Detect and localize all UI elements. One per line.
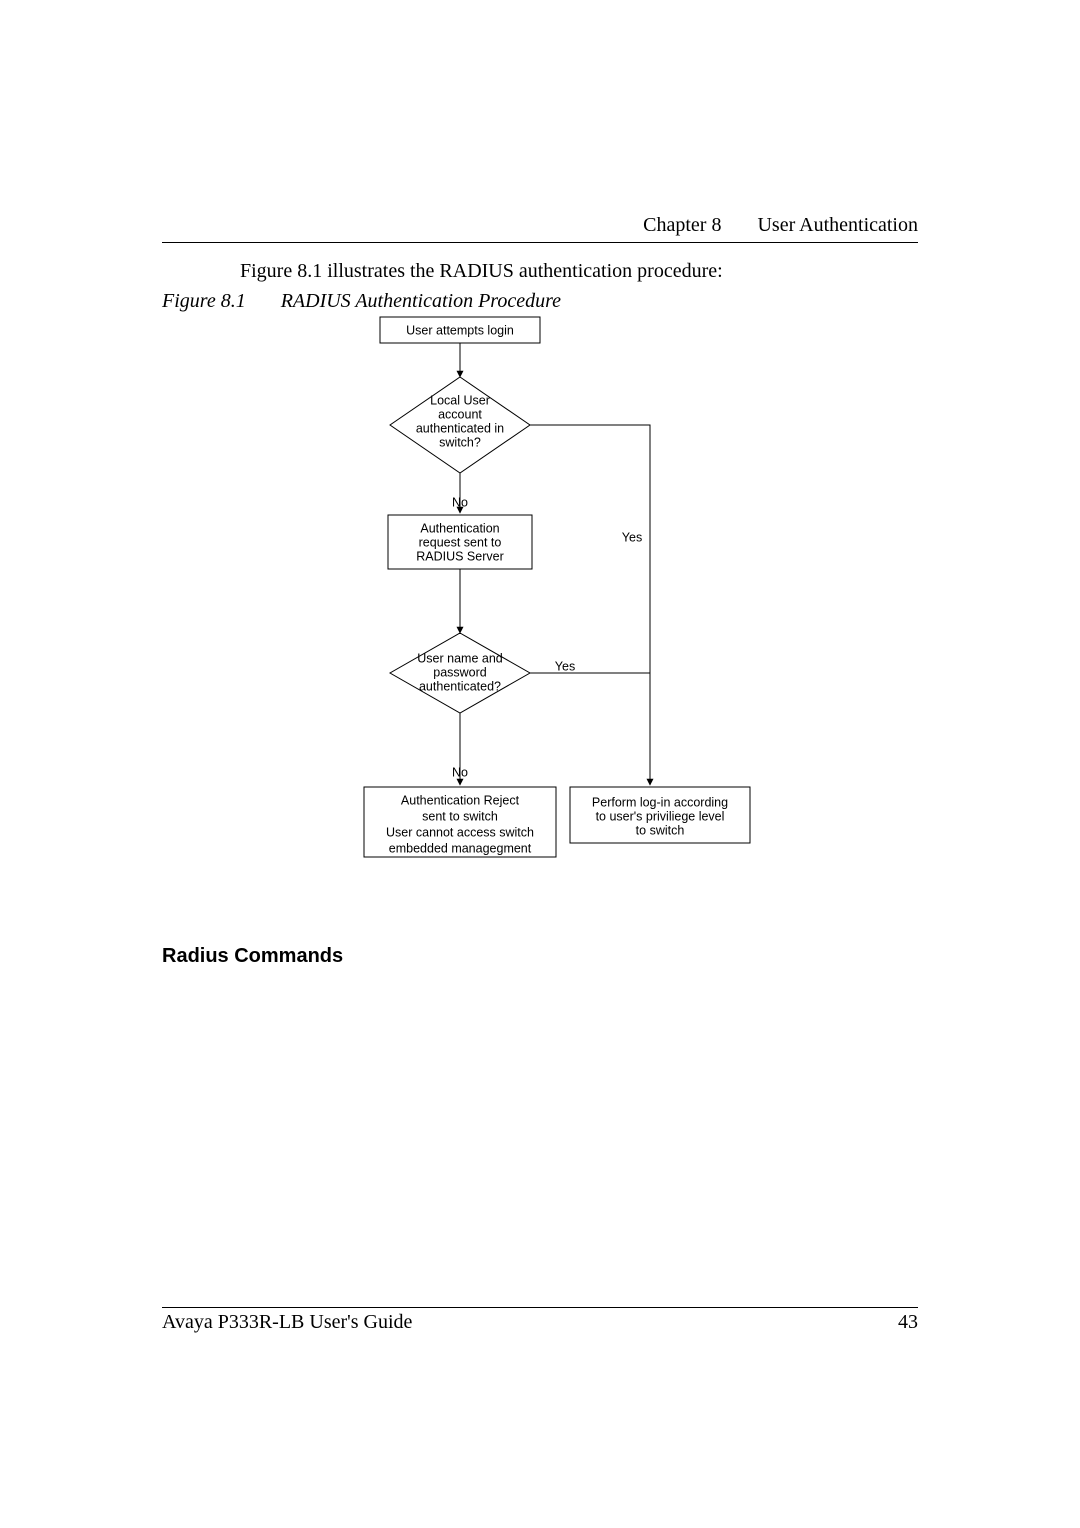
page: Chapter 8 User Authentication Figure 8.1… <box>0 0 1080 1528</box>
svg-text:RADIUS Server: RADIUS Server <box>416 549 504 563</box>
svg-text:to switch: to switch <box>636 823 685 837</box>
node-reject: Authentication Reject sent to switch Use… <box>364 787 556 857</box>
svg-text:sent to switch: sent to switch <box>422 809 498 823</box>
flowchart-diagram: User attempts login Local User account a… <box>350 315 770 895</box>
svg-text:request sent to: request sent to <box>419 535 502 549</box>
section-heading: Radius Commands <box>162 945 343 968</box>
node-accept: Perform log-in according to user's privi… <box>570 787 750 843</box>
node-d1: Local User account authenticated in swit… <box>390 377 530 473</box>
edge-label-yes-1: Yes <box>622 530 642 544</box>
svg-text:account: account <box>438 407 482 421</box>
svg-text:embedded managegment: embedded managegment <box>389 841 532 855</box>
node-n1: Authentication request sent to RADIUS Se… <box>388 515 532 569</box>
edge-label-no-2: No <box>452 765 468 779</box>
svg-text:switch?: switch? <box>439 435 481 449</box>
svg-text:Authentication Reject: Authentication Reject <box>401 793 520 807</box>
node-d2: User name and password authenticated? <box>390 633 530 713</box>
node-start: User attempts login <box>380 317 540 343</box>
footer-left: Avaya P333R-LB User's Guide <box>162 1311 412 1334</box>
chapter-label: Chapter 8 <box>643 214 721 236</box>
svg-text:Authentication: Authentication <box>420 521 499 535</box>
chapter-title: User Authentication <box>757 214 918 236</box>
figure-title: RADIUS Authentication Procedure <box>281 290 561 312</box>
svg-text:authenticated?: authenticated? <box>419 679 501 693</box>
running-header: Chapter 8 User Authentication <box>162 214 918 237</box>
footer-rule <box>162 1307 918 1308</box>
svg-text:Perform log-in according: Perform log-in according <box>592 795 728 809</box>
edge-label-yes-2: Yes <box>555 659 575 673</box>
figure-caption: Figure 8.1 RADIUS Authentication Procedu… <box>162 290 561 313</box>
svg-text:User cannot access switch: User cannot access switch <box>386 825 534 839</box>
footer-page-number: 43 <box>898 1311 918 1334</box>
svg-text:User attempts login: User attempts login <box>406 323 514 337</box>
svg-text:password: password <box>433 665 487 679</box>
svg-text:User name and: User name and <box>417 651 503 665</box>
svg-text:authenticated in: authenticated in <box>416 421 504 435</box>
intro-paragraph: Figure 8.1 illustrates the RADIUS authen… <box>240 260 723 283</box>
edge-label-no-1: No <box>452 495 468 509</box>
header-rule <box>162 242 918 243</box>
figure-number: Figure 8.1 <box>162 290 246 312</box>
svg-text:Local User: Local User <box>430 393 490 407</box>
svg-text:to user's priviliege level: to user's priviliege level <box>596 809 725 823</box>
running-footer: Avaya P333R-LB User's Guide 43 <box>162 1311 918 1334</box>
